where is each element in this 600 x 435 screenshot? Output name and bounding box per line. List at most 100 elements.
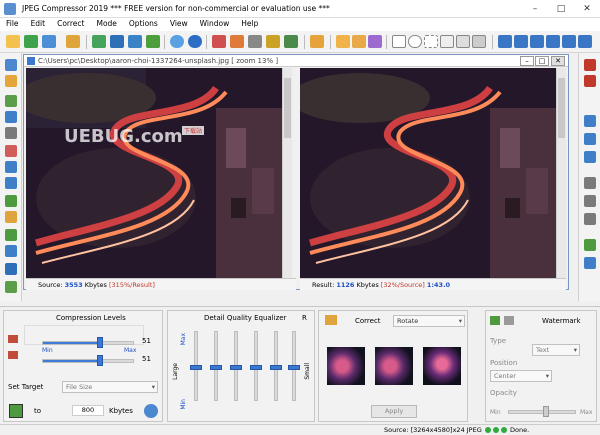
hand-icon[interactable] [336, 35, 350, 48]
eq-slider-3[interactable] [230, 331, 242, 401]
tool-10-icon[interactable] [5, 211, 17, 223]
key-icon[interactable] [5, 75, 17, 87]
invert-selection-icon[interactable] [472, 35, 486, 48]
layout-6-icon[interactable] [578, 35, 592, 48]
menu-help[interactable]: Help [235, 18, 264, 28]
minimize-icon[interactable]: – [522, 0, 548, 18]
gear-icon[interactable] [584, 213, 596, 225]
slider-2-knob[interactable] [97, 355, 104, 366]
right-scroll-thumb[interactable] [558, 78, 565, 138]
doc-minimize-icon[interactable]: – [520, 56, 534, 66]
eq-knob-6[interactable] [288, 365, 300, 370]
tool-5-icon[interactable] [5, 127, 17, 139]
menu-mode[interactable]: Mode [90, 18, 122, 28]
source-image[interactable]: UEBUG.com 下载站 [26, 68, 282, 278]
eq-slider-5[interactable] [270, 331, 282, 401]
ellipse-select-icon[interactable] [408, 35, 422, 48]
tool-7-icon[interactable] [5, 161, 17, 173]
set-target-select[interactable]: File Size [62, 381, 158, 393]
eq-knob-1[interactable] [190, 365, 202, 370]
fit-icon[interactable] [584, 151, 596, 163]
tool-13-icon[interactable] [5, 263, 17, 275]
eq-slider-1[interactable] [190, 331, 202, 401]
zoom-in-icon[interactable] [584, 115, 596, 127]
arrow-down-icon[interactable] [584, 75, 596, 87]
tool-14-icon[interactable] [5, 281, 17, 293]
tool-r-icon[interactable] [584, 257, 596, 269]
eq-knob-2[interactable] [210, 365, 222, 370]
refresh-icon[interactable] [144, 404, 158, 418]
rotate-icon[interactable] [266, 35, 280, 48]
maximize-icon[interactable]: □ [548, 0, 574, 18]
select-all-icon[interactable] [440, 35, 454, 48]
tool-3-icon[interactable] [5, 95, 17, 107]
batch-icon[interactable] [110, 35, 124, 48]
compression-slider-1[interactable] [42, 337, 134, 348]
pan-icon[interactable] [352, 35, 366, 48]
target-value-input[interactable]: 800 [72, 405, 104, 416]
close-icon[interactable]: ✕ [574, 0, 600, 18]
tool-4-icon[interactable] [5, 111, 17, 123]
position-select[interactable]: Center [490, 370, 552, 382]
menu-window[interactable]: Window [194, 18, 236, 28]
doc-close-icon[interactable]: ✕ [551, 56, 565, 66]
eye-icon[interactable] [284, 35, 298, 48]
globe-icon[interactable] [170, 35, 184, 48]
open-folder-icon[interactable] [6, 35, 20, 48]
layout-5-icon[interactable] [562, 35, 576, 48]
arrow-up-icon[interactable] [584, 59, 596, 71]
doc-maximize-icon[interactable]: □ [535, 56, 549, 66]
tool-9-icon[interactable] [5, 195, 17, 207]
eq-knob-4[interactable] [250, 365, 262, 370]
watermark-icon[interactable] [490, 316, 500, 325]
export-icon[interactable] [146, 35, 160, 48]
result-image[interactable] [300, 68, 556, 278]
target-icon[interactable] [9, 404, 23, 418]
tool-6-icon[interactable] [5, 145, 17, 157]
compare-icon[interactable] [128, 35, 142, 48]
eq-knob-3[interactable] [230, 365, 242, 370]
copy-icon[interactable] [92, 35, 106, 48]
eq-slider-6[interactable] [288, 331, 300, 401]
folder-arrow-icon[interactable] [66, 35, 80, 48]
opacity-knob[interactable] [543, 406, 549, 417]
brush-icon[interactable] [310, 35, 324, 48]
left-scrollbar[interactable] [282, 68, 292, 278]
zoom-out-icon[interactable] [584, 133, 596, 145]
info-icon[interactable] [584, 177, 596, 189]
save-icon[interactable] [24, 35, 38, 48]
eq-slider-2[interactable] [210, 331, 222, 401]
brush-tool-icon[interactable] [325, 315, 337, 325]
view-icon[interactable] [584, 239, 596, 251]
tool-12-icon[interactable] [5, 245, 17, 257]
grid-icon[interactable] [230, 35, 244, 48]
opacity-slider[interactable] [508, 406, 576, 417]
save-as-icon[interactable] [42, 35, 56, 48]
lasso-icon[interactable] [424, 35, 438, 48]
rect-select-icon[interactable] [392, 35, 406, 48]
pencil-icon[interactable] [368, 35, 382, 48]
apply-button[interactable]: Apply [371, 405, 417, 418]
compression-slider-2[interactable] [42, 355, 134, 366]
resize-icon[interactable] [212, 35, 226, 48]
correct-mode-select[interactable]: Rotate [393, 315, 465, 327]
lock-2-icon[interactable] [8, 351, 18, 359]
crop-icon[interactable] [248, 35, 262, 48]
help-icon[interactable] [188, 35, 202, 48]
layout-1-icon[interactable] [498, 35, 512, 48]
layout-2-icon[interactable] [514, 35, 528, 48]
menu-correct[interactable]: Correct [51, 18, 90, 28]
correct-thumb-1[interactable] [327, 347, 365, 385]
right-scrollbar[interactable] [556, 68, 566, 278]
layout-4-icon[interactable] [546, 35, 560, 48]
eq-knob-5[interactable] [270, 365, 282, 370]
left-scroll-thumb[interactable] [284, 78, 291, 138]
menu-file[interactable]: File [0, 18, 25, 28]
zoom-icon[interactable] [5, 59, 17, 71]
type-select[interactable]: Text [532, 344, 580, 356]
eq-slider-4[interactable] [250, 331, 262, 401]
watermark-image-icon[interactable] [504, 316, 514, 325]
settings-icon[interactable] [584, 195, 596, 207]
deselect-icon[interactable] [456, 35, 470, 48]
menu-edit[interactable]: Edit [25, 18, 52, 28]
